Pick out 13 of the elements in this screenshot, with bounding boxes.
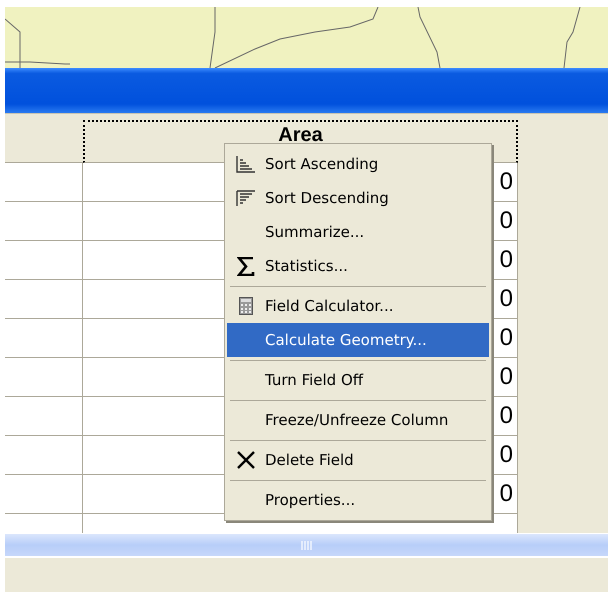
- menu-item[interactable]: Turn Field Off: [227, 363, 489, 397]
- delete-icon: [236, 451, 256, 469]
- menu-item[interactable]: Delete Field: [227, 443, 489, 477]
- scrollbar[interactable]: [5, 533, 608, 558]
- menu-item[interactable]: Properties...: [227, 483, 489, 517]
- menu-item[interactable]: Freeze/Unfreeze Column: [227, 403, 489, 437]
- sort-descending-icon: [236, 190, 256, 206]
- sigma-icon: [237, 256, 255, 276]
- grip-icon: [300, 540, 312, 550]
- menu-item[interactable]: Statistics...: [227, 249, 489, 283]
- menu-item[interactable]: Calculate Geometry...: [227, 323, 489, 357]
- sort-ascending-icon: [236, 156, 256, 172]
- calculator-icon: [239, 297, 253, 315]
